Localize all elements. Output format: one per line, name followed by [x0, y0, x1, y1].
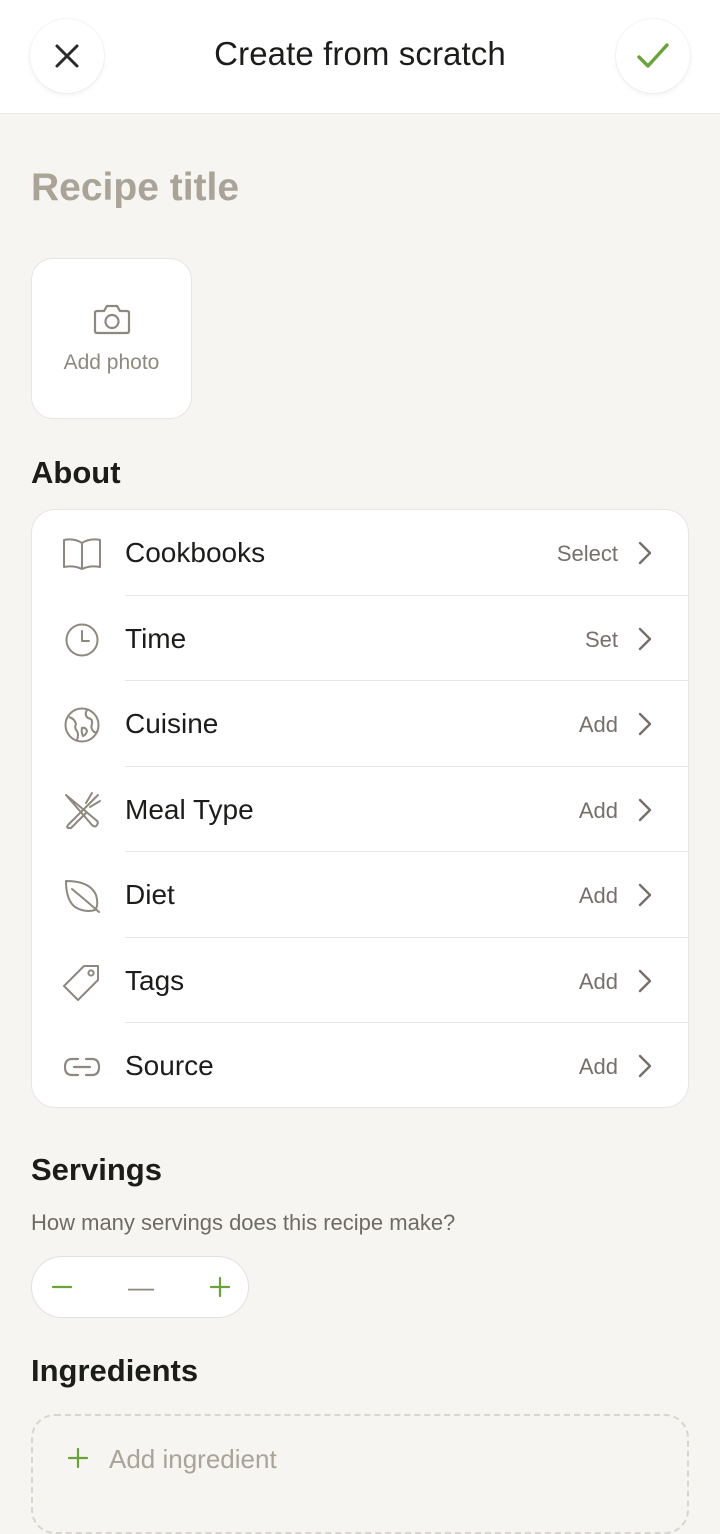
chevron-right-icon [638, 627, 652, 650]
recipe-title-input[interactable]: Recipe title [31, 166, 239, 210]
about-card: Cookbooks Select Time Set Cuisine Add Me… [31, 509, 689, 1108]
about-row-label: Cuisine [125, 708, 219, 739]
add-ingredient-button[interactable]: Add ingredient [31, 1414, 689, 1534]
chevron-right-icon [638, 712, 652, 736]
book-icon [63, 538, 101, 570]
about-row-label: Meal Type [125, 793, 254, 825]
servings-description: How many servings does this recipe make? [31, 1210, 456, 1235]
chevron-right-icon [638, 1054, 652, 1078]
about-row-value: Add [578, 883, 618, 908]
link-icon [63, 1057, 101, 1077]
about-row-time[interactable]: Time Set [32, 596, 688, 681]
about-row-label: Diet [125, 879, 175, 910]
about-row-value: Select [556, 541, 618, 566]
about-row-source[interactable]: Source Add [32, 1023, 688, 1107]
camera-icon [93, 304, 131, 335]
chevron-right-icon [638, 798, 652, 821]
about-row-label: Source [125, 1050, 214, 1081]
confirm-button[interactable] [616, 19, 690, 93]
servings-heading: Servings [31, 1152, 162, 1187]
servings-stepper: — [31, 1256, 249, 1318]
globe-icon [64, 707, 100, 743]
tag-icon [63, 964, 99, 1001]
utensils-icon [65, 791, 101, 829]
about-row-tags[interactable]: Tags Add [32, 938, 688, 1023]
plus-icon[interactable] [208, 1275, 232, 1299]
about-row-value: Add [578, 712, 618, 737]
about-row-value: Add [578, 797, 618, 823]
add-photo-button[interactable]: Add photo [31, 258, 192, 419]
clock-icon [65, 623, 99, 656]
about-row-label: Tags [125, 964, 185, 996]
top-bar: Create from scratch [0, 0, 720, 114]
check-icon [637, 43, 669, 68]
add-ingredient-label: Add ingredient [109, 1444, 277, 1474]
chevron-right-icon [638, 541, 652, 565]
leaf-icon [65, 880, 100, 913]
about-row-diet[interactable]: Diet Add [32, 852, 688, 938]
add-photo-label: Add photo [63, 351, 160, 374]
about-heading: About [31, 455, 121, 490]
about-row-cookbooks[interactable]: Cookbooks Select [32, 510, 688, 596]
chevron-right-icon [638, 969, 652, 992]
plus-icon [67, 1447, 89, 1469]
about-row-label: Cookbooks [125, 537, 266, 568]
about-row-label: Time [125, 622, 187, 654]
about-row-value: Add [578, 968, 618, 994]
ingredients-heading: Ingredients [31, 1353, 199, 1388]
about-row-cuisine[interactable]: Cuisine Add [32, 681, 688, 767]
page-title: Create from scratch [214, 35, 506, 72]
about-row-meal-type[interactable]: Meal Type Add [32, 767, 688, 852]
about-row-value: Set [584, 626, 618, 652]
about-row-value: Add [578, 1054, 618, 1079]
chevron-right-icon [638, 883, 652, 907]
